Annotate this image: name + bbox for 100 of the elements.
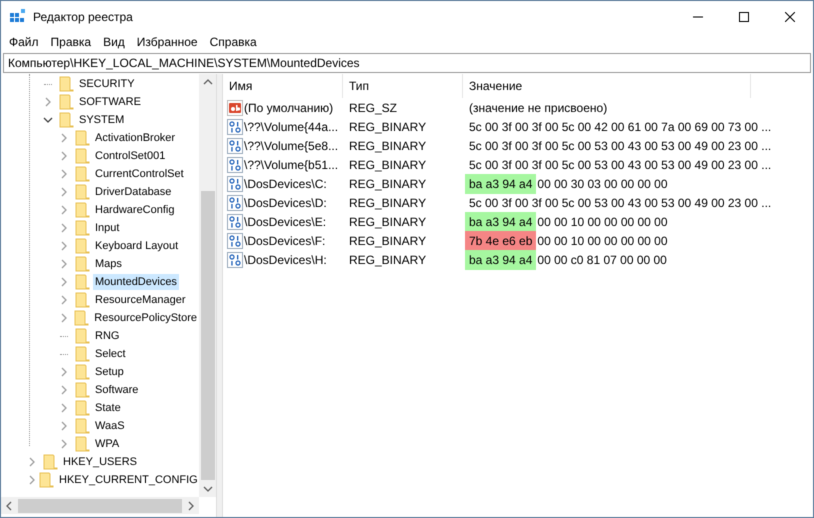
table-cell-text: \DosDevices\E:: [244, 214, 326, 230]
table-cell: REG_SZ: [349, 100, 398, 114]
binary-value-icon: [227, 176, 243, 192]
tree-item[interactable]: ControlSet001: [93, 148, 168, 164]
vertical-scrollbar[interactable]: [199, 74, 216, 497]
folder-icon: [75, 130, 90, 146]
table-cell: REG_BINARY: [349, 252, 426, 266]
folder-icon: [75, 220, 90, 236]
tree-item[interactable]: Keyboard Layout: [93, 238, 180, 254]
table-cell-text: \DosDevices\H:: [244, 252, 327, 268]
tree-item[interactable]: State: [93, 400, 123, 416]
address-bar[interactable]: Компьютер\HKEY_LOCAL_MACHINE\SYSTEM\MountedDevices: [3, 53, 811, 73]
tree-item[interactable]: SYSTEM: [77, 112, 126, 128]
table-cell-text: \DosDevices\F:: [244, 232, 326, 250]
table-cell: REG_BINARY: [349, 120, 426, 134]
folder-icon: [75, 292, 90, 308]
binary-value-icon: [227, 252, 243, 268]
tree-item[interactable]: RNG: [93, 328, 122, 344]
table-cell-text: 00 00 10 00 00 00 00 00: [537, 232, 668, 250]
tree-item[interactable]: Software: [93, 382, 140, 398]
folder-icon: [59, 76, 74, 92]
tree-item[interactable]: HardwareConfig: [93, 202, 176, 218]
tree-item[interactable]: ResourceManager: [93, 292, 188, 308]
tree-item[interactable]: Maps: [93, 256, 124, 272]
collapse-chevron-icon[interactable]: [43, 115, 53, 125]
folder-icon: [75, 382, 90, 398]
tree-item[interactable]: Input: [93, 220, 122, 236]
tree-item[interactable]: WaaS: [93, 418, 127, 434]
column-header[interactable]: Тип: [343, 74, 463, 98]
table-cell-text: 5c 00 3f 00 3f 00 5c 00 42 00 61 00 7a 00 69 00 73 00 ...: [468, 118, 772, 136]
table-cell: REG_BINARY: [349, 138, 426, 152]
tree-item[interactable]: Setup: [93, 364, 126, 380]
maximize-icon: [739, 12, 749, 22]
expand-chevron-icon[interactable]: [43, 97, 53, 107]
table-cell-text: \DosDevices\C:: [244, 176, 327, 192]
scroll-thumb[interactable]: [18, 498, 182, 512]
menu-item[interactable]: Файл: [3, 33, 45, 51]
folder-icon: [75, 400, 90, 416]
column-header[interactable]: Имя: [223, 74, 343, 98]
binary-value-icon: [227, 156, 243, 172]
table-cell-text: 5c 00 3f 00 3f 00 5c 00 53 00 43 00 53 00 49 00 23 00 ...: [468, 194, 772, 212]
tree-item[interactable]: DriverDatabase: [93, 184, 174, 200]
menu-item[interactable]: Избранное: [130, 33, 204, 51]
table-cell-text: 00 00 c0 81 07 00 00 00: [537, 252, 667, 268]
table-cell-text: \DosDevices\D:: [244, 194, 327, 212]
binary-value-icon: [227, 118, 243, 134]
folder-icon: [74, 310, 90, 326]
horizontal-scrollbar[interactable]: [1, 497, 199, 514]
table-cell-text: 5c 00 3f 00 3f 00 5c 00 53 00 43 00 53 00 49 00 23 00 ...: [468, 156, 772, 174]
column-header[interactable]: Значение: [463, 74, 751, 98]
folder-icon: [75, 256, 90, 272]
highlighted-bytes: ba a3 94 a4: [465, 212, 536, 232]
table-cell-text: \??\Volume{5e8...: [244, 138, 338, 154]
binary-value-icon: [227, 138, 243, 154]
tree-item[interactable]: SOFTWARE: [77, 94, 143, 110]
folder-icon: [75, 364, 90, 380]
folder-icon: [39, 472, 54, 488]
table-cell: REG_BINARY: [349, 196, 426, 210]
highlighted-bytes: 7b 4e e6 eb: [465, 230, 536, 250]
folder-icon: [75, 274, 90, 290]
table-cell-text: \??\Volume{44a...: [244, 118, 338, 136]
binary-value-icon: [227, 232, 243, 248]
folder-icon: [75, 346, 90, 362]
window-title: Редактор реестра: [33, 8, 133, 26]
tree-item[interactable]: ResourcePolicyStore: [92, 310, 199, 326]
folder-icon: [75, 202, 90, 218]
folder-icon: [75, 148, 90, 164]
tree-item[interactable]: HKEY_USERS: [61, 454, 139, 470]
table-cell: REG_BINARY: [349, 234, 426, 248]
folder-icon: [43, 454, 58, 470]
folder-icon: [75, 166, 90, 182]
tree-item[interactable]: MountedDevices: [93, 274, 179, 290]
tree-item[interactable]: WPA: [93, 436, 122, 452]
folder-icon: [59, 112, 74, 128]
close-icon: [785, 12, 795, 22]
folder-icon: [75, 418, 90, 434]
tree-item[interactable]: CurrentControlSet: [93, 166, 186, 182]
folder-icon: [75, 328, 90, 344]
table-cell-text: 00 00 30 03 00 00 00 00: [537, 176, 668, 192]
string-value-icon: [227, 100, 243, 116]
menu-item[interactable]: Справка: [204, 33, 263, 51]
table-cell-text: \??\Volume{b51...: [244, 156, 338, 174]
table-cell-text: 00 00 10 00 00 00 00 00: [537, 214, 668, 230]
tree-item[interactable]: ActivationBroker: [93, 130, 178, 146]
folder-icon: [75, 436, 90, 452]
tree-item[interactable]: SECURITY: [77, 76, 137, 92]
tree-item[interactable]: HKEY_CURRENT_CONFIG: [57, 472, 199, 488]
highlighted-bytes: ba a3 94 a4: [465, 250, 536, 270]
menu-item[interactable]: Правка: [44, 33, 98, 51]
table-cell-text: 5c 00 3f 00 3f 00 5c 00 53 00 43 00 53 00 49 00 23 00 ...: [468, 138, 772, 154]
folder-icon: [59, 94, 74, 110]
highlighted-bytes: ba a3 94 a4: [465, 174, 536, 194]
table-cell: REG_BINARY: [349, 176, 426, 190]
tree-item[interactable]: Select: [93, 346, 128, 362]
binary-value-icon: [227, 214, 243, 230]
folder-icon: [75, 238, 90, 254]
table-cell: REG_BINARY: [349, 158, 426, 172]
scroll-thumb[interactable]: [200, 191, 214, 480]
table-cell-text: (По умолчанию): [244, 100, 334, 116]
menu-item[interactable]: Вид: [97, 33, 131, 51]
